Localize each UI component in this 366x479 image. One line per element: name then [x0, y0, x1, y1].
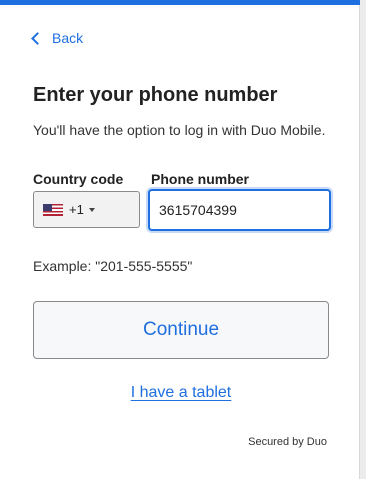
secured-by-label: Secured by Duo [248, 436, 327, 448]
back-label: Back [52, 30, 84, 46]
country-code-label: Country code [33, 171, 124, 187]
us-flag-icon [43, 203, 63, 216]
accent-bar [0, 0, 360, 5]
country-code-value: +1 [69, 202, 84, 217]
back-link[interactable]: Back [31, 30, 84, 46]
phone-number-label: Phone number [151, 171, 250, 187]
page-subtitle: You'll have the option to log in with Du… [33, 122, 326, 138]
tablet-link[interactable]: I have a tablet [0, 384, 362, 402]
example-hint: Example: "201-555-5555" [33, 258, 193, 274]
page-title: Enter your phone number [33, 84, 278, 106]
continue-button[interactable]: Continue [33, 301, 329, 359]
caret-down-icon [88, 207, 95, 212]
auth-card: Back Enter your phone number You'll have… [0, 0, 360, 479]
phone-number-input[interactable] [148, 189, 331, 231]
country-code-select[interactable]: +1 [33, 191, 140, 228]
chevron-left-icon [31, 32, 44, 45]
